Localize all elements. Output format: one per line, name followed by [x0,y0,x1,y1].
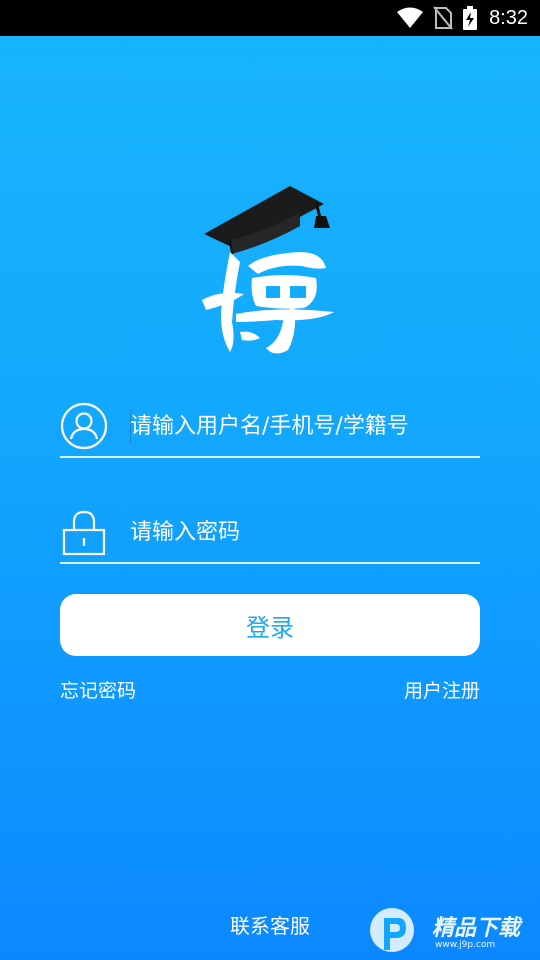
no-sim-icon [433,6,453,30]
wifi-icon [397,7,424,28]
watermark-brand: 精品下载 [432,916,521,941]
battery-charging-icon [463,6,478,30]
username-input[interactable] [130,404,470,448]
forgot-password-link[interactable]: 忘记密码 [60,676,136,703]
bo-character-logo [202,252,334,354]
graduation-cap-icon [204,186,330,255]
lock-icon [62,510,106,556]
register-link[interactable]: 用户注册 [404,676,480,703]
user-icon [60,402,108,450]
login-button[interactable]: 登录 [60,594,480,656]
watermark-url: www.j9p.com [435,940,496,950]
password-input[interactable] [130,510,470,554]
password-field-row [60,504,480,564]
password-underline [60,562,480,564]
status-time: 8:32 [489,6,528,29]
username-field-row [60,398,480,458]
app-logo [202,186,334,354]
text-cursor [130,409,131,443]
username-underline [60,456,480,458]
status-icons: 8:32 [397,0,528,36]
status-bar: 8:32 [0,0,540,36]
